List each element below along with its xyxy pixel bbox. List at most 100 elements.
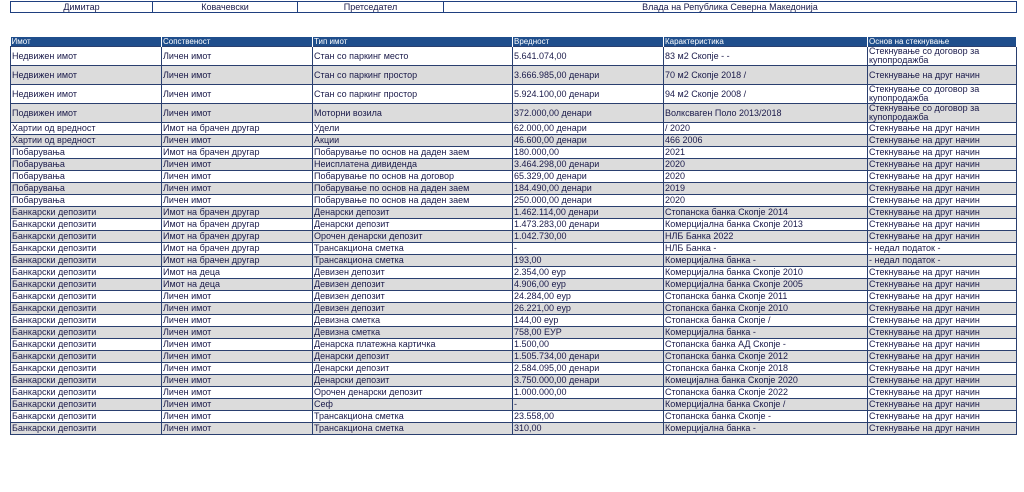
cell-property-type: Денарски депозит [312, 374, 513, 387]
cell-value: 2.354,00 еур [512, 266, 664, 279]
cell-property-type: Акции [312, 134, 513, 147]
cell-asset-type: Банкарски депозити [10, 362, 162, 375]
cell-ownership: Имот на брачен другар [161, 206, 313, 219]
cell-value: 372.000,00 денари [512, 103, 664, 123]
cell-ownership: Личен имот [161, 302, 313, 315]
cell-property-type: Побарување по основ на даден заем [312, 182, 513, 195]
cell-asset-type: Банкарски депозити [10, 386, 162, 399]
cell-acquisition-basis: Стекнување на друг начин [867, 206, 1017, 219]
cell-acquisition-basis: Стекнување на друг начин [867, 278, 1017, 291]
cell-property-type: Побарување по основ на даден заем [312, 146, 513, 159]
cell-asset-type: Банкарски депозити [10, 350, 162, 363]
cell-characteristic: Комерцијална банка Скопје 2013 [663, 218, 868, 231]
table-row: Недвижен имот Личен имот Стан со паркинг м… [10, 46, 1017, 66]
cell-asset-type: Банкарски депозити [10, 338, 162, 351]
cell-asset-type: Недвижен имот [10, 84, 162, 104]
cell-asset-type: Побарувања [10, 146, 162, 159]
cell-characteristic: Стопанска банка Скопје - [663, 410, 868, 423]
cell-ownership: Имот на брачен другар [161, 146, 313, 159]
assets-table: Имот Сопственост Тип имот Вредност Карактери… [10, 37, 1017, 435]
cell-value: 758,00 ЕУР [512, 326, 664, 339]
cell-ownership: Личен имот [161, 46, 313, 66]
cell-asset-type: Банкарски депозити [10, 314, 162, 327]
cell-characteristic: НЛБ Банка 2022 [663, 230, 868, 243]
cell-value: 1.500,00 [512, 338, 664, 351]
official-info-row: Димитар Ковачевски Претседател Влада на … [10, 1, 1017, 13]
cell-ownership: Имот на брачен другар [161, 242, 313, 255]
cell-value: 184.490,00 денари [512, 182, 664, 195]
cell-acquisition-basis: Стекнување на друг начин [867, 350, 1017, 363]
cell-value: 3.464.298,00 денари [512, 158, 664, 171]
cell-value: 3.666.985,00 денари [512, 65, 664, 85]
cell-acquisition-basis: Стекнување со договор за купопродажба [867, 46, 1017, 66]
cell-property-type: Денарска платежна картичка [312, 338, 513, 351]
table-row: Недвижен имот Личен имот Стан со паркинг п… [10, 65, 1017, 85]
cell-acquisition-basis: Стекнување на друг начин [867, 122, 1017, 135]
cell-ownership: Личен имот [161, 134, 313, 147]
cell-characteristic: 2020 [663, 170, 868, 183]
table-row: Банкарски депозити Имот на брачен другар Т… [10, 242, 1017, 255]
cell-property-type: Стан со паркинг место [312, 46, 513, 66]
table-row: Банкарски депозити Личен имот Денарски деп… [10, 362, 1017, 375]
cell-property-type: Трансакциона сметка [312, 422, 513, 435]
cell-value: 2.584.095,00 денари [512, 362, 664, 375]
assets-header-row: Имот Сопственост Тип имот Вредност Карактери… [10, 37, 1017, 47]
cell-ownership: Личен имот [161, 84, 313, 104]
cell-property-type: Стан со паркинг простор [312, 84, 513, 104]
cell-asset-type: Хартии од вредност [10, 134, 162, 147]
cell-ownership: Личен имот [161, 362, 313, 375]
header-acquisition-basis: Основ на стекнување [867, 37, 1017, 47]
cell-ownership: Личен имот [161, 170, 313, 183]
table-row: Банкарски депозити Личен имот Девизна смет… [10, 314, 1017, 327]
cell-property-type: Трансакциона сметка [312, 410, 513, 423]
cell-ownership: Личен имот [161, 398, 313, 411]
cell-property-type: Сеф [312, 398, 513, 411]
cell-property-type: Девизен депозит [312, 290, 513, 303]
cell-value: 3.750.000,00 денари [512, 374, 664, 387]
table-row: Банкарски депозити Личен имот Девизна смет… [10, 326, 1017, 339]
cell-value: 1.042.730,00 [512, 230, 664, 243]
cell-value: 5.924.100,00 денари [512, 84, 664, 104]
cell-property-type: Девизен депозит [312, 266, 513, 279]
cell-ownership: Личен имот [161, 103, 313, 123]
cell-value: 24.284,00 еур [512, 290, 664, 303]
cell-asset-type: Банкарски депозити [10, 422, 162, 435]
table-row: Банкарски депозити Личен имот Денарски деп… [10, 350, 1017, 363]
cell-asset-type: Банкарски депозити [10, 206, 162, 219]
table-row: Побарувања Имот на брачен другар Побарувањ… [10, 146, 1017, 159]
cell-property-type: Неисплатена дивиденда [312, 158, 513, 171]
table-row: Банкарски депозити Имот на деца Девизен де… [10, 278, 1017, 291]
cell-acquisition-basis: Стекнување на друг начин [867, 266, 1017, 279]
cell-acquisition-basis: Стекнување на друг начин [867, 362, 1017, 375]
cell-property-type: Побарување по основ на даден заем [312, 194, 513, 207]
cell-characteristic: Стопанска банка АД Скопје - [663, 338, 868, 351]
table-row: Банкарски депозити Личен имот Орочен денар… [10, 386, 1017, 399]
cell-acquisition-basis: - недал податок - [867, 242, 1017, 255]
cell-property-type: Трансакциона сметка [312, 242, 513, 255]
cell-asset-type: Банкарски депозити [10, 278, 162, 291]
cell-acquisition-basis: Стекнување на друг начин [867, 386, 1017, 399]
table-row: Банкарски депозити Имот на брачен другар О… [10, 230, 1017, 243]
table-row: Банкарски депозити Личен имот Трансакциона… [10, 410, 1017, 423]
position-cell: Претседател [297, 1, 444, 13]
cell-acquisition-basis: Стекнување на друг начин [867, 314, 1017, 327]
cell-asset-type: Банкарски депозити [10, 290, 162, 303]
cell-acquisition-basis: Стекнување на друг начин [867, 230, 1017, 243]
cell-acquisition-basis: Стекнување на друг начин [867, 290, 1017, 303]
cell-ownership: Личен имот [161, 158, 313, 171]
cell-asset-type: Банкарски депозити [10, 398, 162, 411]
cell-asset-type: Недвижен имот [10, 65, 162, 85]
cell-characteristic: Стопанска банка Скопје 2010 [663, 302, 868, 315]
cell-value: 180.000,00 [512, 146, 664, 159]
cell-property-type: Девизен депозит [312, 278, 513, 291]
cell-acquisition-basis: Стекнување со договор за купопродажба [867, 84, 1017, 104]
cell-characteristic: Стопанска банка Скопје 2011 [663, 290, 868, 303]
cell-ownership: Личен имот [161, 182, 313, 195]
cell-asset-type: Подвижен имот [10, 103, 162, 123]
cell-acquisition-basis: Стекнување на друг начин [867, 398, 1017, 411]
cell-ownership: Имот на брачен другар [161, 122, 313, 135]
table-row: Банкарски депозити Имот на брачен другар Т… [10, 254, 1017, 267]
cell-acquisition-basis: Стекнување на друг начин [867, 170, 1017, 183]
cell-value: - [512, 242, 664, 255]
last-name-cell: Ковачевски [152, 1, 298, 13]
